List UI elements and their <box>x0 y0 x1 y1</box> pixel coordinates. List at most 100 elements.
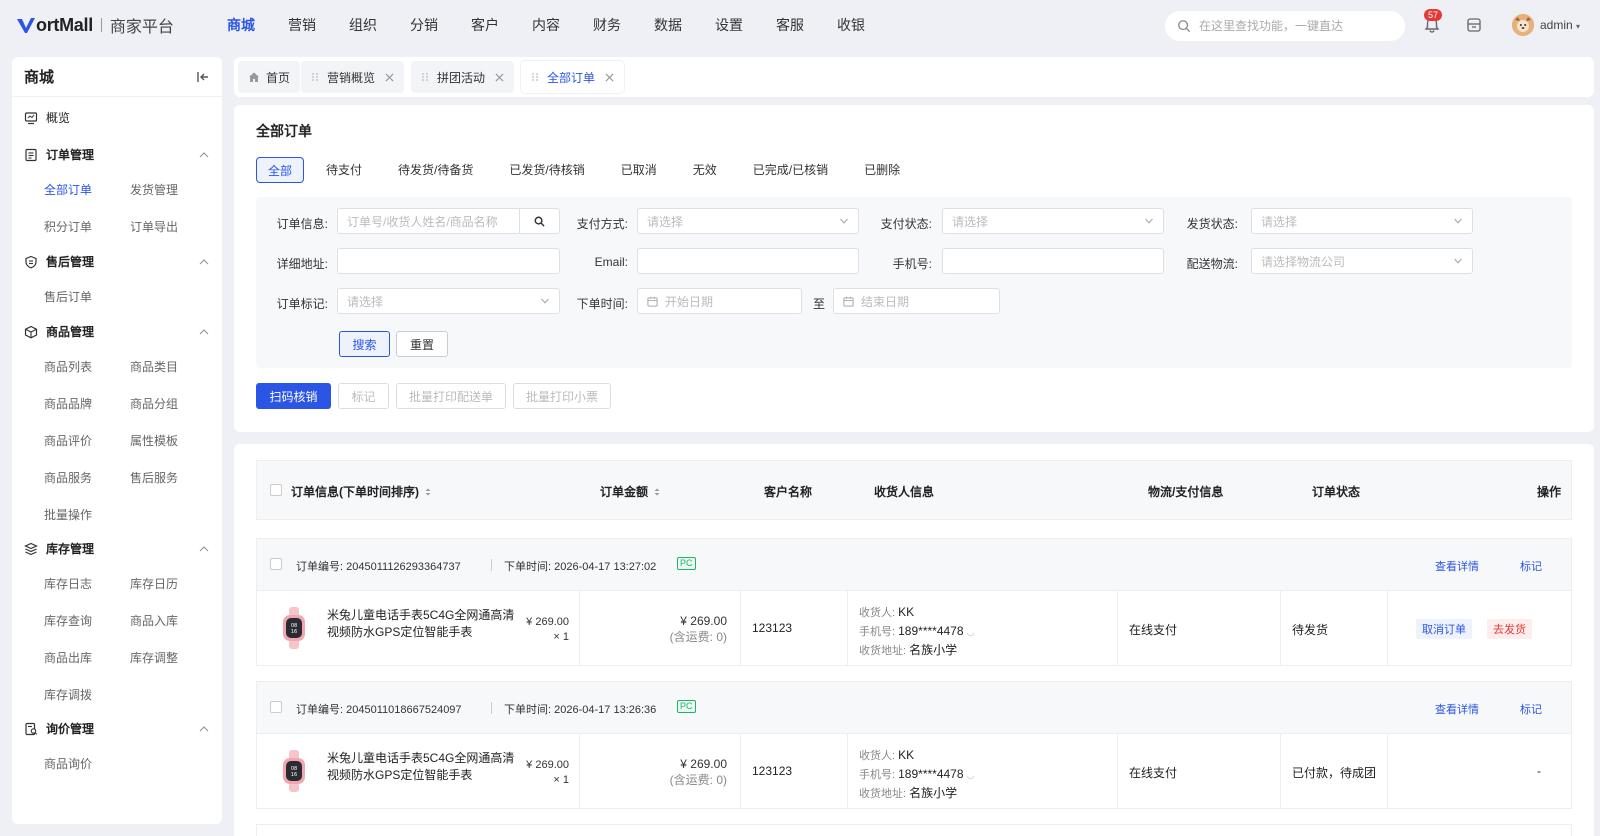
product-name[interactable]: 米兔儿童电话手表5C4G全网通高清视频防水GPS定位智能手表 <box>327 607 515 641</box>
sidebar-item-goods-brand[interactable]: 商品品牌 <box>44 395 92 412</box>
sidebar-item-goods-group[interactable]: 商品分组 <box>130 395 178 412</box>
sidebar-item-points-orders[interactable]: 积分订单 <box>44 218 92 235</box>
order-card: 订单编号: 2045011126293364737 下单时间: 2026-04-… <box>256 538 1572 666</box>
global-search-input[interactable] <box>1199 19 1389 33</box>
nav-item-organization[interactable]: 组织 <box>349 0 377 50</box>
global-search[interactable] <box>1165 11 1405 41</box>
user-menu[interactable]: admin ▾ <box>1540 18 1580 32</box>
start-date-input[interactable]: 开始日期 <box>637 288 802 314</box>
nav-item-finance[interactable]: 财务 <box>593 0 621 50</box>
pay-status-select[interactable]: 请选择 <box>942 208 1164 234</box>
order-info-input[interactable]: 订单号/收货人姓名/商品名称 <box>337 208 520 234</box>
address-input[interactable] <box>337 248 560 274</box>
sidebar-item-goods-category[interactable]: 商品类目 <box>130 358 178 375</box>
sidebar-item-attr-template[interactable]: 属性模板 <box>130 432 178 449</box>
sidebar-group-inquiry[interactable]: 询价管理 <box>24 720 210 737</box>
logistics-select[interactable]: 请选择物流公司 <box>1251 248 1473 274</box>
view-detail-link[interactable]: 查看详情 <box>1435 558 1479 574</box>
sidebar-group-goods[interactable]: 商品管理 <box>24 323 210 340</box>
brand-logo[interactable]: ortMall 商家平台 <box>16 13 174 37</box>
sidebar-item-shipping[interactable]: 发货管理 <box>130 181 178 198</box>
sidebar-item-all-orders[interactable]: 全部订单 <box>44 181 92 198</box>
reset-button[interactable]: 重置 <box>396 331 448 357</box>
close-icon[interactable] <box>385 72 394 82</box>
order-checkbox[interactable] <box>270 558 282 570</box>
mark-link[interactable]: 标记 <box>1520 701 1542 717</box>
sidebar-item-stock-log[interactable]: 库存日志 <box>44 575 92 592</box>
mark-select[interactable]: 请选择 <box>337 288 560 314</box>
sidebar-group-label: 库存管理 <box>46 542 95 556</box>
sidebar-group-orders[interactable]: 订单管理 <box>24 146 210 163</box>
receiver-label: 收货人: <box>859 607 896 619</box>
sidebar-group-stock[interactable]: 库存管理 <box>24 540 210 557</box>
view-detail-link[interactable]: 查看详情 <box>1435 701 1479 717</box>
tab-marketing-overview[interactable]: 营销概览 <box>301 61 405 93</box>
order-info-search-button[interactable] <box>520 208 560 234</box>
sidebar-item-goods-service[interactable]: 商品服务 <box>44 469 92 486</box>
sidebar-item-stock-adjust[interactable]: 库存调整 <box>130 649 178 666</box>
ship-order-button[interactable]: 去发货 <box>1487 619 1532 639</box>
product-name[interactable]: 米兔儿童电话手表5C4G全网通高清视频防水GPS定位智能手表 <box>327 750 515 784</box>
sidebar-item-goods-list[interactable]: 商品列表 <box>44 358 92 375</box>
nav-item-support[interactable]: 客服 <box>776 0 804 50</box>
sidebar-item-stock-out[interactable]: 商品出库 <box>44 649 92 666</box>
nav-item-mall[interactable]: 商城 <box>227 0 255 50</box>
order-checkbox[interactable] <box>270 701 282 713</box>
status-tab-completed[interactable]: 已完成/已核销 <box>753 157 828 183</box>
avatar[interactable] <box>1512 14 1534 36</box>
sidebar-item-aftersale-orders[interactable]: 售后订单 <box>44 288 92 305</box>
sidebar-item-stock-query[interactable]: 库存查询 <box>44 612 92 629</box>
eye-icon[interactable]: ◡ <box>967 627 975 637</box>
store-icon[interactable] <box>1466 17 1482 33</box>
nav-item-data[interactable]: 数据 <box>654 0 682 50</box>
collapse-sidebar-icon[interactable] <box>196 70 210 84</box>
search-button[interactable]: 搜索 <box>339 331 390 357</box>
ship-status-select[interactable]: 请选择 <box>1251 208 1473 234</box>
sidebar-item-stock-in[interactable]: 商品入库 <box>130 612 178 629</box>
mark-button[interactable]: 标记 <box>338 383 389 409</box>
status-tab-all[interactable]: 全部 <box>256 157 305 183</box>
sidebar-item-order-export[interactable]: 订单导出 <box>130 218 178 235</box>
select-all-checkbox[interactable] <box>270 484 282 496</box>
scan-verify-button[interactable]: 扫码核销 <box>256 383 331 409</box>
sidebar-item-batch-ops[interactable]: 批量操作 <box>44 506 92 523</box>
sidebar-item-aftersale-service[interactable]: 售后服务 <box>130 469 178 486</box>
status-tab-shipped[interactable]: 已发货/待核销 <box>509 157 584 183</box>
status-tab-deleted[interactable]: 已删除 <box>864 157 900 183</box>
customer-name: 123123 <box>752 621 793 635</box>
sidebar-item-goods-inquiry[interactable]: 商品询价 <box>44 755 92 772</box>
sidebar-item-goods-review[interactable]: 商品评价 <box>44 432 92 449</box>
cancel-order-button[interactable]: 取消订单 <box>1416 619 1472 639</box>
tab-all-orders[interactable]: 全部订单 <box>521 61 625 93</box>
email-input[interactable] <box>637 248 859 274</box>
nav-item-customers[interactable]: 客户 <box>471 0 499 50</box>
pay-method-select[interactable]: 请选择 <box>637 208 859 234</box>
sidebar-item-stock-calendar[interactable]: 库存日历 <box>130 575 178 592</box>
nav-item-distribution[interactable]: 分销 <box>410 0 438 50</box>
mark-link[interactable]: 标记 <box>1520 558 1542 574</box>
status-tab-cancelled[interactable]: 已取消 <box>621 157 657 183</box>
tab-home[interactable]: 首页 <box>238 61 301 93</box>
nav-item-marketing[interactable]: 营销 <box>288 0 316 50</box>
nav-item-settings[interactable]: 设置 <box>715 0 743 50</box>
phone-input[interactable] <box>942 248 1164 274</box>
status-tab-to-ship[interactable]: 待发货/待备货 <box>398 157 473 183</box>
column-amount[interactable]: 订单金额 <box>600 483 661 500</box>
eye-icon[interactable]: ◡ <box>967 770 975 780</box>
sidebar-group-aftersale[interactable]: 售后管理 <box>24 253 210 270</box>
nav-item-content[interactable]: 内容 <box>532 0 560 50</box>
sidebar-item-stock-transfer[interactable]: 库存调拨 <box>44 686 92 703</box>
nav-item-cashier[interactable]: 收银 <box>837 0 865 50</box>
product-image[interactable]: 08 16 <box>279 750 309 792</box>
status-tab-invalid[interactable]: 无效 <box>693 157 717 183</box>
batch-print-delivery-button[interactable]: 批量打印配送单 <box>396 383 506 409</box>
tab-group-buy[interactable]: 拼团活动 <box>411 61 515 93</box>
column-order-info[interactable]: 订单信息(下单时间排序) <box>291 483 432 500</box>
end-date-input[interactable]: 结束日期 <box>833 288 1000 314</box>
close-icon[interactable] <box>605 72 614 82</box>
sidebar-item-overview[interactable]: 概览 <box>24 109 210 126</box>
status-tab-unpaid[interactable]: 待支付 <box>326 157 362 183</box>
batch-print-receipt-button[interactable]: 批量打印小票 <box>513 383 611 409</box>
product-image[interactable]: 08 16 <box>279 607 309 649</box>
close-icon[interactable] <box>495 72 504 82</box>
